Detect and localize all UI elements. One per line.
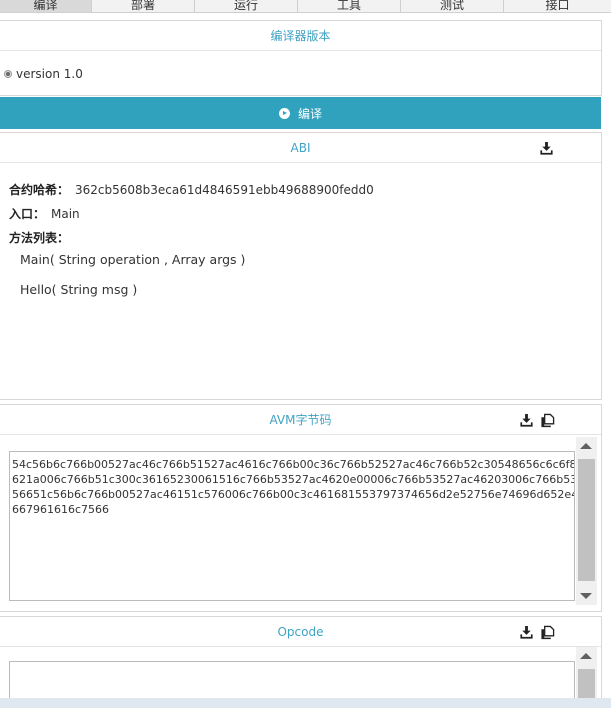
tab-deploy[interactable]: 部署 [92, 0, 195, 12]
contract-hash-row: 合约哈希： 362cb5608b3eca61d4846591ebb49688900… [9, 181, 374, 198]
version-radio[interactable] [4, 70, 12, 78]
window-bottom-edge [0, 698, 611, 708]
download-icon[interactable] [539, 141, 554, 156]
methods-label: 方法列表： [9, 231, 70, 245]
entry-label: 入口： [9, 207, 46, 221]
opcode-title: Opcode [277, 625, 324, 639]
avm-title: AVM字节码 [269, 413, 332, 427]
copy-icon[interactable] [540, 625, 555, 640]
scroll-thumb[interactable] [578, 459, 595, 581]
abi-header: ABI [0, 133, 601, 163]
download-icon[interactable] [519, 413, 534, 428]
opcode-panel: Opcode [0, 616, 602, 708]
compiler-version-panel: 编译器版本 version 1.0 [0, 20, 602, 96]
scroll-down-arrow-icon[interactable] [580, 593, 592, 599]
compiler-version-title: 编译器版本 [0, 21, 601, 51]
abi-panel: ABI 合约哈希： 362cb5608b3eca61d4846591ebb4968… [0, 132, 602, 400]
avm-header: AVM字节码 [0, 405, 601, 435]
tab-bar: 编译 部署 运行 工具 测试 接口 [0, 0, 611, 13]
contract-hash-value: 362cb5608b3eca61d4846591ebb49688900fedd0 [75, 183, 374, 197]
scroll-up-arrow-icon[interactable] [580, 443, 592, 449]
scroll-up-arrow-icon[interactable] [580, 653, 592, 659]
play-circle-icon [278, 107, 290, 119]
avm-bytecode-textarea[interactable]: 54c56b6c766b00527ac46c766b51527ac4616c76… [9, 451, 575, 601]
entry-row: 入口： Main [9, 205, 80, 222]
tab-api[interactable]: 接口 [504, 0, 611, 12]
opcode-header: Opcode [0, 617, 601, 647]
copy-icon[interactable] [540, 413, 555, 428]
tab-tools[interactable]: 工具 [298, 0, 401, 12]
tab-run[interactable]: 运行 [195, 0, 298, 12]
compile-button-label: 编译 [297, 106, 322, 121]
tab-compile[interactable]: 编译 [0, 0, 92, 12]
method-item: Main( String operation , Array args ) [20, 252, 246, 267]
version-option[interactable]: version 1.0 [4, 67, 83, 81]
avm-bytecode-panel: AVM字节码 54c56b6c766b00527ac46c766b51527ac… [0, 404, 602, 612]
tab-test[interactable]: 测试 [401, 0, 504, 12]
download-icon[interactable] [519, 625, 534, 640]
compile-button[interactable]: 编译 [0, 97, 601, 129]
version-option-label: version 1.0 [16, 67, 83, 81]
contract-hash-label: 合约哈希： [9, 183, 70, 197]
methods-row: 方法列表： [9, 229, 69, 246]
entry-value: Main [51, 207, 80, 221]
avm-scrollbar[interactable] [576, 437, 597, 605]
method-item: Hello( String msg ) [20, 282, 138, 297]
abi-title: ABI [290, 141, 311, 155]
